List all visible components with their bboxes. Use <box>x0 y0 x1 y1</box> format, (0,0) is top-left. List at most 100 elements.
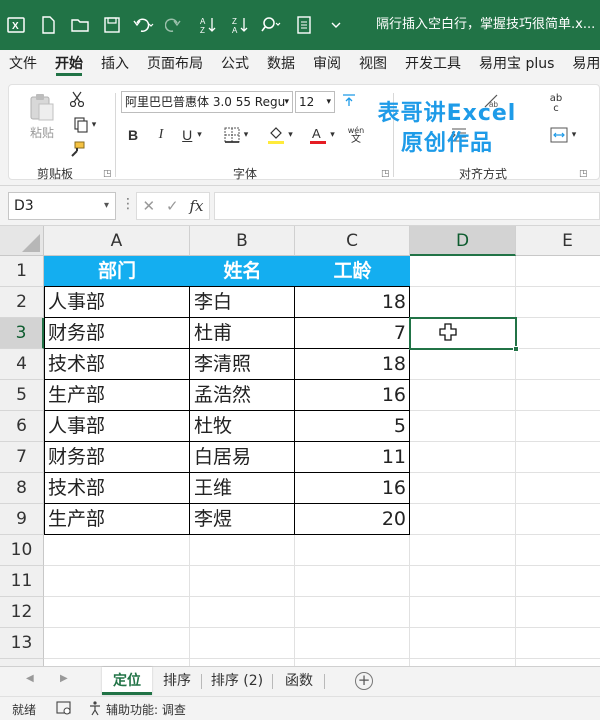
italic-button[interactable]: I <box>151 125 171 145</box>
more-options-icon[interactable]: ⋮ <box>121 196 135 212</box>
column-header-e[interactable]: E <box>516 226 600 256</box>
cell-b8[interactable]: 王维 <box>190 473 295 504</box>
sort-ascending-icon[interactable]: AZ <box>192 0 224 50</box>
cut-icon[interactable] <box>67 89 87 109</box>
font-launcher-icon[interactable]: ◳ <box>381 169 390 179</box>
font-color-button[interactable]: A ▾ <box>305 123 339 147</box>
tab-developer[interactable]: 开发工具 <box>396 50 470 78</box>
active-cell-d3[interactable] <box>409 317 519 352</box>
cell-c2[interactable]: 18 <box>295 287 410 318</box>
row-header[interactable]: 14 <box>0 659 44 666</box>
tab-data[interactable]: 数据 <box>258 50 304 78</box>
row-header[interactable]: 13 <box>0 628 44 659</box>
search-icon[interactable] <box>256 0 288 50</box>
sheet-tab-hanshu[interactable]: 函数 <box>276 667 322 695</box>
row-header[interactable]: 8 <box>0 473 44 504</box>
cell-a6[interactable]: 人事部 <box>44 411 190 442</box>
customize-dropdown-icon[interactable] <box>320 0 352 50</box>
alignment-launcher-icon[interactable]: ◳ <box>579 169 588 179</box>
redo-icon[interactable] <box>160 0 192 50</box>
row-header[interactable]: 4 <box>0 349 44 380</box>
border-button[interactable]: ▾ <box>219 125 253 145</box>
fill-handle[interactable] <box>513 346 519 352</box>
tab-yiyongbao-plus[interactable]: 易用宝 plus <box>470 50 563 78</box>
cell-b1[interactable]: 姓名 <box>190 256 295 287</box>
cancel-icon[interactable]: ✕ <box>142 197 155 215</box>
row-header[interactable]: 9 <box>0 504 44 535</box>
cell-c1[interactable]: 工龄 <box>295 256 410 287</box>
cell-a7[interactable]: 财务部 <box>44 442 190 473</box>
row-header[interactable]: 3 <box>0 318 44 349</box>
cell-c9[interactable]: 20 <box>295 504 410 535</box>
cell-c8[interactable]: 16 <box>295 473 410 504</box>
column-header-d[interactable]: D <box>410 226 516 256</box>
cell-b2[interactable]: 李白 <box>190 287 295 318</box>
cell-a3[interactable]: 财务部 <box>44 318 190 349</box>
open-folder-icon[interactable] <box>64 0 96 50</box>
cell-b7[interactable]: 白居易 <box>190 442 295 473</box>
new-file-icon[interactable] <box>32 0 64 50</box>
sort-descending-icon[interactable]: ZA <box>224 0 256 50</box>
worksheet-grid[interactable]: A B C D E 1 2 3 4 5 6 7 8 9 10 11 12 13 … <box>0 226 600 666</box>
insert-function-button[interactable]: fx <box>190 197 204 215</box>
bold-button[interactable]: B <box>123 125 143 145</box>
format-painter-icon[interactable] <box>67 139 87 159</box>
cell-a5[interactable]: 生产部 <box>44 380 190 411</box>
cell-c6[interactable]: 5 <box>295 411 410 442</box>
sheet-tab-dingwei[interactable]: 定位 <box>102 667 152 695</box>
sheet-tab-paixu-2[interactable]: 排序 (2) <box>204 667 270 695</box>
formula-input[interactable] <box>214 192 600 220</box>
cell-a2[interactable]: 人事部 <box>44 287 190 318</box>
tab-page-layout[interactable]: 页面布局 <box>138 50 212 78</box>
row-header[interactable]: 10 <box>0 535 44 566</box>
column-header-c[interactable]: C <box>295 226 410 256</box>
copy-icon[interactable]: ▾ <box>67 115 103 135</box>
accessibility-icon[interactable] <box>88 700 104 719</box>
select-all-button[interactable] <box>0 226 44 256</box>
row-header[interactable]: 12 <box>0 597 44 628</box>
font-size-combo[interactable]: 12 ▾ <box>295 91 335 113</box>
font-name-combo[interactable]: 阿里巴巴普惠体 3.0 55 Regu ▾ <box>121 91 293 113</box>
add-sheet-button[interactable]: + <box>355 672 373 690</box>
cell-a4[interactable]: 技术部 <box>44 349 190 380</box>
cell-c4[interactable]: 18 <box>295 349 410 380</box>
sheet-next-icon[interactable]: ▶ <box>60 673 68 684</box>
wrap-text-button[interactable]: ab c <box>545 91 567 117</box>
row-header[interactable]: 6 <box>0 411 44 442</box>
tab-formulas[interactable]: 公式 <box>212 50 258 78</box>
fill-color-button[interactable]: ▾ <box>263 123 297 147</box>
name-box[interactable]: D3 ▾ <box>8 192 116 220</box>
cell-c5[interactable]: 16 <box>295 380 410 411</box>
merge-center-button[interactable]: ▾ <box>543 125 583 145</box>
column-header-b[interactable]: B <box>190 226 295 256</box>
sheet-tab-paixu[interactable]: 排序 <box>154 667 200 695</box>
tab-view[interactable]: 视图 <box>350 50 396 78</box>
cell-b9[interactable]: 李煜 <box>190 504 295 535</box>
row-header[interactable]: 1 <box>0 256 44 287</box>
tab-yiyongbao[interactable]: 易用宝 <box>563 50 600 78</box>
tab-insert[interactable]: 插入 <box>92 50 138 78</box>
tab-file[interactable]: 文件 <box>0 50 46 78</box>
cell-a1[interactable]: 部门 <box>44 256 190 287</box>
excel-logo-icon[interactable]: X <box>0 0 32 50</box>
row-header[interactable]: 11 <box>0 566 44 597</box>
tab-home[interactable]: 开始 <box>46 50 92 78</box>
align-top-icon[interactable] <box>341 91 357 111</box>
cell-b4[interactable]: 李清照 <box>190 349 295 380</box>
underline-button[interactable]: U ▾ <box>175 125 209 145</box>
cell-c3[interactable]: 7 <box>295 318 410 349</box>
row-header[interactable]: 5 <box>0 380 44 411</box>
row-header[interactable]: 7 <box>0 442 44 473</box>
cell-c7[interactable]: 11 <box>295 442 410 473</box>
save-icon[interactable] <box>96 0 128 50</box>
accessibility-status[interactable]: 辅助功能: 调查 <box>106 701 186 718</box>
cell-a9[interactable]: 生产部 <box>44 504 190 535</box>
form-icon[interactable] <box>288 0 320 50</box>
confirm-icon[interactable]: ✓ <box>166 197 179 215</box>
undo-icon[interactable] <box>128 0 160 50</box>
paste-button[interactable]: 粘贴 <box>23 91 61 141</box>
cell-b6[interactable]: 杜牧 <box>190 411 295 442</box>
row-header[interactable]: 2 <box>0 287 44 318</box>
clipboard-launcher-icon[interactable]: ◳ <box>103 169 112 179</box>
macro-record-icon[interactable] <box>56 700 72 719</box>
